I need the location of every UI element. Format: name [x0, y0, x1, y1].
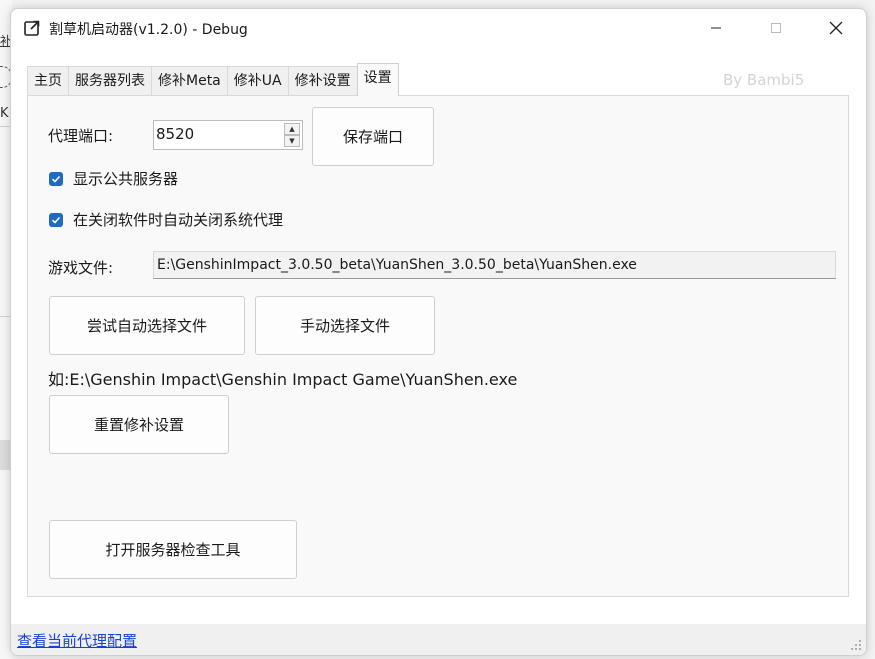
tab-patch-settings[interactable]: 修补设置	[287, 66, 358, 95]
minimize-button[interactable]	[686, 9, 746, 47]
reset-patch-settings-button[interactable]: 重置修补设置	[49, 395, 229, 454]
stepper-up-button[interactable]: ▲	[284, 123, 300, 135]
window-title: 割草机启动器(v1.2.0) - Debug	[49, 22, 248, 38]
app-window: 割草机启动器(v1.2.0) - Debug By Bambi5 主页 服务器列…	[10, 8, 867, 656]
open-server-checker-button[interactable]: 打开服务器检查工具	[49, 520, 297, 579]
resize-grip-icon[interactable]	[850, 639, 862, 651]
tab-patch-meta[interactable]: 修补Meta	[151, 66, 228, 95]
tab-patch-ua[interactable]: 修补UA	[226, 66, 289, 95]
tab-home[interactable]: 主页	[27, 66, 69, 95]
checkbox-checked[interactable]	[49, 212, 63, 227]
background-fragment-text: K	[0, 106, 9, 121]
maximize-icon	[771, 23, 781, 33]
game-file-path-field[interactable]: E:\GenshinImpact_3.0.50_beta\YuanShen_3.…	[153, 251, 836, 279]
check-icon	[51, 216, 61, 224]
status-bar: 查看当前代理配置	[11, 624, 866, 655]
auto-close-proxy-checkbox[interactable]: 在关闭软件时自动关闭系统代理	[49, 209, 283, 230]
window-content: By Bambi5 主页 服务器列表 修补Meta 修补UA 修补设置 设置 代…	[11, 47, 866, 655]
show-public-servers-checkbox[interactable]: 显示公共服务器	[49, 168, 178, 189]
view-proxy-config-link[interactable]: 查看当前代理配置	[17, 630, 137, 651]
maximize-button[interactable]	[746, 9, 806, 47]
proxy-port-input[interactable]	[156, 125, 276, 143]
tab-bar: 主页 服务器列表 修补Meta 修补UA 修补设置 设置	[27, 63, 399, 96]
external-link-icon	[24, 20, 40, 36]
save-port-button[interactable]: 保存端口	[312, 107, 434, 166]
tab-server-list[interactable]: 服务器列表	[68, 66, 152, 95]
close-button[interactable]	[806, 9, 866, 47]
checkbox-checked[interactable]	[49, 171, 63, 186]
manual-select-file-button[interactable]: 手动选择文件	[255, 296, 435, 355]
close-icon	[829, 21, 843, 35]
example-path-text: 如:E:\Genshin Impact\Genshin Impact Game\…	[48, 370, 518, 389]
auto-select-file-button[interactable]: 尝试自动选择文件	[49, 296, 245, 355]
check-icon	[51, 175, 61, 183]
game-file-label: 游戏文件:	[48, 259, 114, 277]
stepper-buttons: ▲ ▼	[284, 123, 300, 147]
stepper-down-button[interactable]: ▼	[284, 135, 300, 147]
author-watermark: By Bambi5	[723, 71, 805, 89]
auto-close-proxy-label: 在关闭软件时自动关闭系统代理	[73, 211, 284, 229]
show-public-servers-label: 显示公共服务器	[73, 170, 179, 188]
minimize-icon	[711, 27, 721, 29]
tab-settings[interactable]: 设置	[356, 63, 399, 96]
settings-panel: 代理端口: ▲ ▼ 保存端口 显示公共服务器	[27, 95, 849, 597]
title-bar[interactable]: 割草机启动器(v1.2.0) - Debug	[11, 9, 866, 47]
proxy-port-label: 代理端口:	[48, 127, 114, 145]
screen: 补 K 割草机启动器(v1.2.0) - Debug By Bambi5 主页 …	[0, 0, 875, 659]
proxy-port-stepper[interactable]: ▲ ▼	[153, 120, 303, 150]
